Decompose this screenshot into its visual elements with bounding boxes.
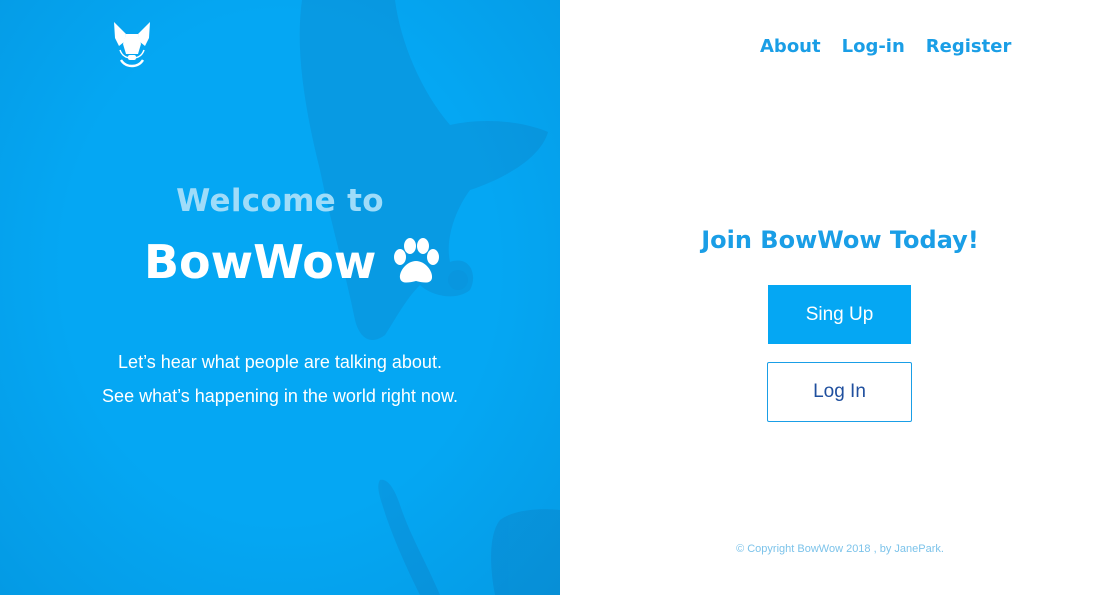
welcome-heading: Welcome to (176, 183, 384, 219)
panel-vignette (0, 0, 560, 595)
brand-name: BowWow (144, 235, 377, 289)
tagline-line-2: See what’s happening in the world right … (102, 386, 458, 406)
copyright-text: © Copyright BowWow 2018 , by JanePark. (736, 543, 944, 555)
nav-register-link[interactable]: Register (926, 36, 1012, 57)
dog-face-icon[interactable] (110, 20, 154, 74)
top-navigation: About Log-in Register (760, 36, 1032, 57)
signup-button[interactable]: Sing Up (768, 285, 911, 344)
paw-icon (394, 238, 440, 283)
join-heading: Join BowWow Today! (701, 226, 979, 254)
brand-heading: BowWow (144, 232, 442, 292)
hero-panel: Welcome to BowWow Let’s hear what people… (0, 0, 560, 595)
tagline-line-1: Let’s hear what people are talking about… (118, 352, 442, 372)
nav-login-link[interactable]: Log-in (842, 36, 905, 57)
login-button[interactable]: Log In (767, 362, 912, 422)
nav-about-link[interactable]: About (760, 36, 821, 57)
